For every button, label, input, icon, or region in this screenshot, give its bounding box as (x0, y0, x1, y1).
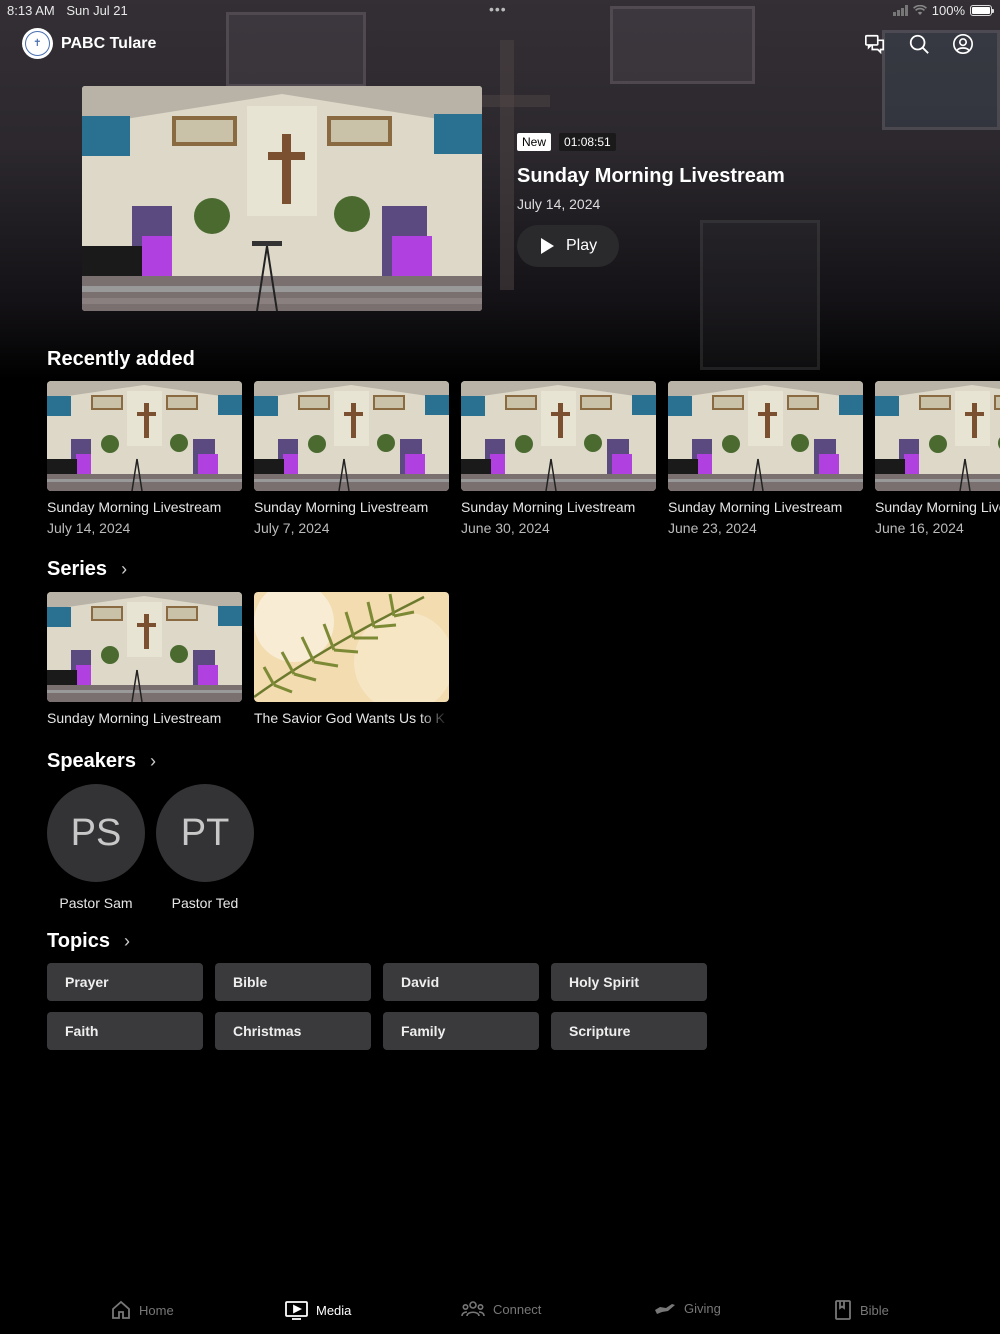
tab-connect[interactable]: Connect (461, 1300, 541, 1318)
tab-label: Giving (684, 1300, 721, 1316)
speaker-pastor-ted[interactable]: PT Pastor Ted (156, 784, 254, 911)
cellular-signal-icon (892, 5, 908, 16)
media-thumbnail (668, 381, 863, 491)
media-card-date: June 23, 2024 (668, 520, 757, 536)
topic-christmas[interactable]: Christmas (215, 1012, 371, 1050)
home-icon (112, 1300, 130, 1319)
topics-heading[interactable]: Topics › (47, 930, 130, 953)
topic-david[interactable]: David (383, 963, 539, 1001)
tab-home[interactable]: Home (111, 1300, 174, 1320)
topic-faith[interactable]: Faith (47, 1012, 203, 1050)
multitasking-dots-icon[interactable]: ••• (489, 1, 507, 17)
palm-leaf-thumbnail (254, 592, 449, 702)
status-time: 8:13 AM (7, 3, 55, 18)
battery-icon (970, 5, 994, 16)
series-card-title: The Savior God Wants Us to K (254, 710, 445, 726)
status-bar: 8:13 AM Sun Jul 21 ••• 100% (0, 0, 1000, 20)
speakers-title: Speakers (47, 750, 136, 772)
featured-date: July 14, 2024 (517, 196, 601, 212)
chevron-right-icon: › (123, 931, 130, 951)
media-card-date: July 7, 2024 (254, 520, 330, 536)
topic-scripture[interactable]: Scripture (551, 1012, 707, 1050)
series-card[interactable]: Sunday Morning Livestream (47, 592, 242, 726)
media-card-title: Sunday Morning Livestream (875, 499, 1000, 515)
play-icon (541, 238, 554, 254)
media-card[interactable]: Sunday Morning Livestream June 30, 2024 (461, 381, 656, 536)
wifi-icon (912, 5, 927, 15)
speakers-heading[interactable]: Speakers › (47, 750, 156, 773)
tab-bible[interactable]: Bible (834, 1300, 889, 1320)
chevron-right-icon: › (121, 559, 128, 579)
status-date: Sun Jul 21 (66, 3, 128, 18)
featured-info: New 01:08:51 Sunday Morning Livestream J… (517, 133, 917, 267)
speaker-name: Pastor Ted (171, 895, 239, 911)
church-logo-emblem: ✝ (25, 31, 50, 56)
media-card-date: June 30, 2024 (461, 520, 550, 536)
series-heading[interactable]: Series › (47, 558, 127, 581)
tab-label: Connect (493, 1301, 542, 1317)
battery-percent: 100% (931, 3, 965, 18)
speaker-pastor-sam[interactable]: PS Pastor Sam (47, 784, 145, 911)
tab-giving[interactable]: Giving (654, 1300, 721, 1316)
series-card[interactable]: The Savior God Wants Us to K (254, 592, 449, 726)
new-badge: New (517, 133, 552, 151)
media-card-date: June 16, 2024 (875, 520, 964, 536)
media-thumbnail (254, 381, 449, 491)
topic-bible[interactable]: Bible (215, 963, 371, 1001)
media-card[interactable]: Sunday Morning Livestream June 16, 2024 (875, 381, 1000, 536)
avatar: PS (47, 784, 145, 882)
sanctuary-image (82, 86, 482, 311)
media-card-title: Sunday Morning Livestream (254, 499, 429, 515)
account-icon[interactable] (952, 33, 974, 55)
media-card-title: Sunday Morning Livestream (47, 499, 222, 515)
app-title: PABC Tulare (61, 35, 157, 52)
media-thumbnail (461, 381, 656, 491)
speaker-name: Pastor Sam (59, 895, 133, 911)
play-button[interactable]: Play (517, 225, 619, 267)
play-label: Play (566, 237, 598, 254)
church-logo[interactable]: ✝ (22, 28, 53, 59)
topic-prayer[interactable]: Prayer (47, 963, 203, 1001)
media-thumbnail (47, 381, 242, 491)
media-card-date: July 14, 2024 (47, 520, 131, 536)
series-title: Series (47, 558, 108, 580)
topic-family[interactable]: Family (383, 1012, 539, 1050)
series-card-title: Sunday Morning Livestream (47, 710, 222, 726)
topic-holy-spirit[interactable]: Holy Spirit (551, 963, 707, 1001)
featured-title: Sunday Morning Livestream (517, 165, 785, 187)
topics-title: Topics (47, 930, 110, 952)
media-icon (285, 1301, 308, 1320)
giving-icon (655, 1304, 675, 1314)
avatar: PT (156, 784, 254, 882)
media-thumbnail (875, 381, 1000, 491)
search-icon[interactable] (908, 33, 930, 55)
top-bar: ✝ PABC Tulare (0, 26, 1000, 62)
media-card[interactable]: Sunday Morning Livestream July 7, 2024 (254, 381, 449, 536)
media-card[interactable]: Sunday Morning Livestream June 23, 2024 (668, 381, 863, 536)
bible-icon (835, 1300, 851, 1320)
recently-added-title: Recently added (47, 348, 195, 370)
chevron-right-icon: › (149, 751, 156, 771)
recently-added-heading: Recently added (47, 348, 195, 371)
media-card[interactable]: Sunday Morning Livestream July 14, 2024 (47, 381, 242, 536)
tab-label: Home (139, 1302, 174, 1318)
media-card-title: Sunday Morning Livestream (668, 499, 843, 515)
tab-label: Bible (860, 1302, 889, 1318)
connect-icon (461, 1301, 485, 1317)
tab-media[interactable]: Media (285, 1300, 351, 1320)
series-thumbnail (47, 592, 242, 702)
featured-thumbnail[interactable] (82, 86, 482, 311)
tab-label: Media (316, 1302, 352, 1318)
chat-icon[interactable] (864, 33, 886, 55)
tab-bar: Home Media Connect Giving Bible (0, 1284, 1000, 1334)
media-card-title: Sunday Morning Livestream (461, 499, 636, 515)
duration-badge: 01:08:51 (559, 133, 616, 151)
